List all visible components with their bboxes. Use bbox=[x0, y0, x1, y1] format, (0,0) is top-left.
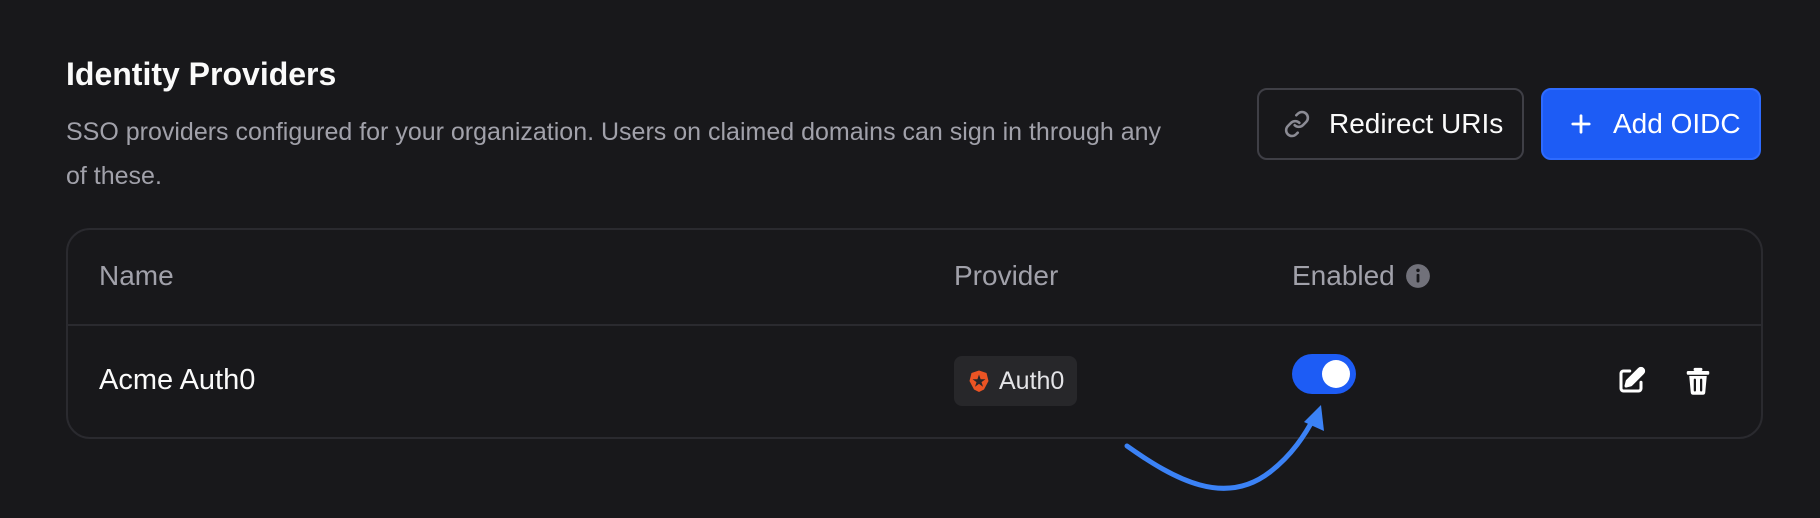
provider-name-cell: Acme Auth0 bbox=[99, 364, 256, 396]
enabled-toggle[interactable] bbox=[1292, 354, 1356, 394]
header-actions: Redirect URIs Add OIDC bbox=[1257, 88, 1761, 160]
provider-badge-label: Auth0 bbox=[999, 366, 1065, 395]
add-oidc-label: Add OIDC bbox=[1613, 108, 1741, 139]
provider-badge: Auth0 bbox=[954, 356, 1078, 406]
link-icon bbox=[1283, 110, 1311, 138]
providers-table: Name Provider Enabled Acme Auth0 Auth0 bbox=[66, 228, 1763, 439]
column-header-name: Name bbox=[99, 260, 174, 291]
annotation-arrow-icon bbox=[1124, 405, 1324, 491]
redirect-uris-button[interactable]: Redirect URIs bbox=[1257, 88, 1524, 160]
table-header: Name Provider Enabled bbox=[68, 230, 1761, 326]
identity-providers-page: Identity Providers SSO providers configu… bbox=[0, 0, 1820, 518]
column-header-provider: Provider bbox=[954, 260, 1059, 291]
edit-icon[interactable] bbox=[1616, 366, 1646, 396]
info-icon[interactable] bbox=[1405, 263, 1431, 289]
add-oidc-button[interactable]: Add OIDC bbox=[1541, 88, 1761, 160]
section-description: SSO providers configured for your organi… bbox=[66, 118, 1162, 190]
plus-icon bbox=[1567, 110, 1595, 138]
auth0-logo-icon bbox=[967, 369, 991, 393]
column-header-enabled: Enabled bbox=[1292, 260, 1431, 292]
table-row: Acme Auth0 Auth0 bbox=[68, 326, 1761, 439]
redirect-uris-label: Redirect URIs bbox=[1329, 108, 1504, 139]
trash-icon[interactable] bbox=[1683, 366, 1713, 396]
toggle-knob bbox=[1322, 360, 1350, 388]
section-title: Identity Providers bbox=[66, 56, 337, 92]
